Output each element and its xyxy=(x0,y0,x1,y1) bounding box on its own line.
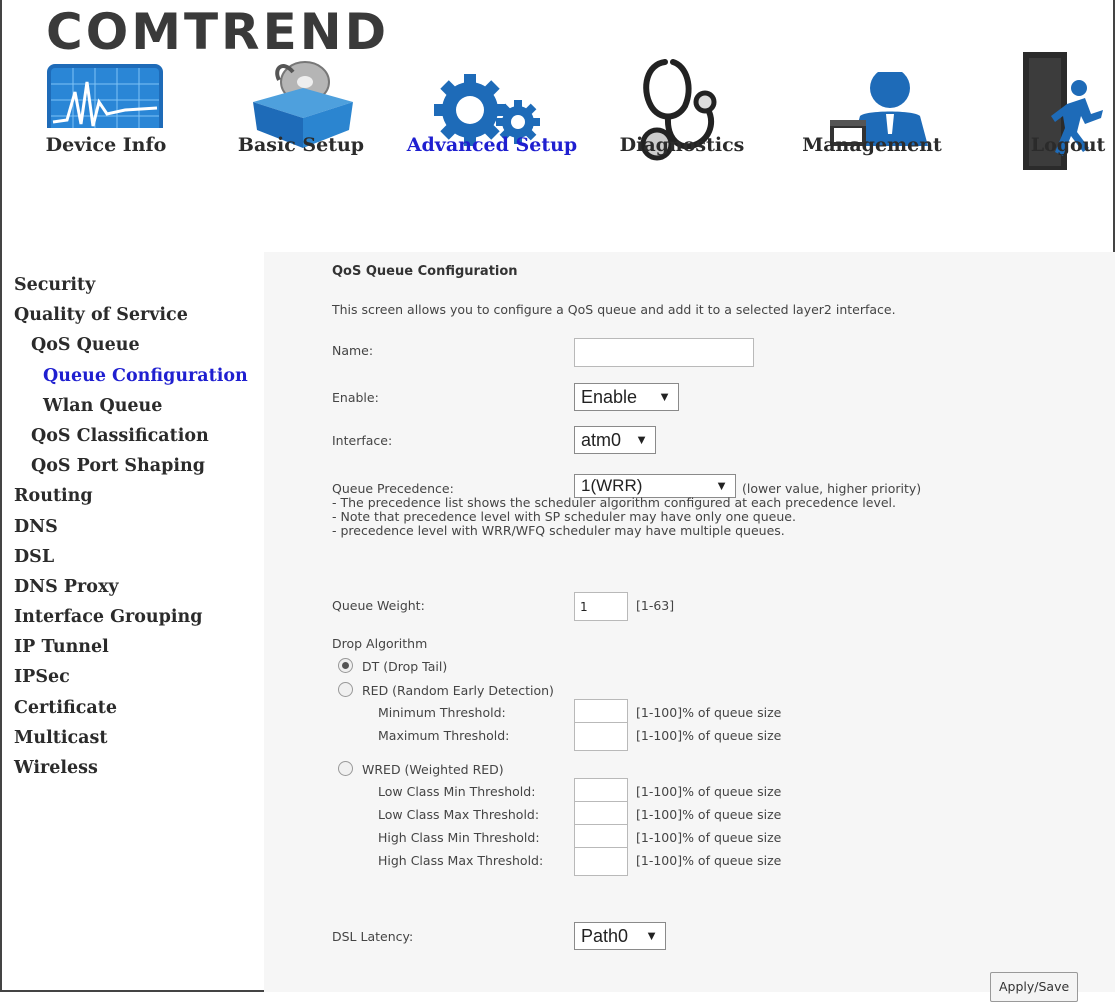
wred-high-min-threshold-label: High Class Min Threshold: xyxy=(378,830,540,845)
sidebar-item-quality-of-service[interactable]: Quality of Service xyxy=(14,300,259,330)
enable-select-value: Enable xyxy=(581,387,638,407)
nav-label-management[interactable]: Management xyxy=(802,134,942,156)
nav-label-logout[interactable]: Logout xyxy=(1031,134,1106,156)
wred-radio[interactable] xyxy=(338,761,353,776)
stethoscope-icon xyxy=(640,59,717,161)
dt-label: DT (Drop Tail) xyxy=(362,659,448,674)
sidebar-item-ipsec[interactable]: IPSec xyxy=(14,662,259,692)
interface-select-value: atm0 xyxy=(581,430,622,450)
threshold-hint: [1-100]% of queue size xyxy=(636,853,782,868)
device-info-icon xyxy=(47,64,163,128)
threshold-hint: [1-100]% of queue size xyxy=(636,807,782,822)
enable-select[interactable]: Enable ▼ xyxy=(574,383,679,411)
sidebar-item-dns-proxy[interactable]: DNS Proxy xyxy=(14,572,259,602)
sidebar-item-dsl[interactable]: DSL xyxy=(14,542,259,572)
queue-weight-range: [1-63] xyxy=(636,598,675,613)
dsl-latency-select[interactable]: Path0 ▼ xyxy=(574,922,666,950)
content-panel: QoS Queue Configuration This screen allo… xyxy=(264,252,1115,1002)
dropdown-arrow-icon: ▼ xyxy=(635,432,648,447)
dropdown-arrow-icon: ▼ xyxy=(715,478,728,493)
threshold-hint: [1-100]% of queue size xyxy=(636,728,782,743)
page-title: QoS Queue Configuration xyxy=(332,264,518,279)
sidebar-menu: Security Quality of Service QoS Queue Qu… xyxy=(14,270,259,783)
queue-weight-input[interactable] xyxy=(574,592,628,621)
dsl-latency-label: DSL Latency: xyxy=(332,929,414,944)
precedence-note: - precedence level with WRR/WFQ schedule… xyxy=(332,523,785,538)
threshold-hint: [1-100]% of queue size xyxy=(636,830,782,845)
dropdown-arrow-icon: ▼ xyxy=(645,928,658,943)
dropdown-arrow-icon: ▼ xyxy=(658,389,671,404)
threshold-hint: [1-100]% of queue size xyxy=(636,705,782,720)
name-label: Name: xyxy=(332,343,374,358)
queue-weight-label: Queue Weight: xyxy=(332,598,425,613)
dt-radio[interactable] xyxy=(338,658,353,673)
drop-algorithm-label: Drop Algorithm xyxy=(332,636,428,651)
red-label: RED (Random Early Detection) xyxy=(362,683,554,698)
red-min-threshold-label: Minimum Threshold: xyxy=(378,705,506,720)
precedence-note: - Note that precedence level with SP sch… xyxy=(332,509,796,524)
sidebar-item-interface-grouping[interactable]: Interface Grouping xyxy=(14,602,259,632)
wred-low-max-threshold-label: Low Class Max Threshold: xyxy=(378,807,540,822)
sidebar-item-ip-tunnel[interactable]: IP Tunnel xyxy=(14,632,259,662)
wred-label: WRED (Weighted RED) xyxy=(362,762,504,777)
sidebar-item-wireless[interactable]: Wireless xyxy=(14,753,259,783)
enable-label: Enable: xyxy=(332,390,379,405)
nav-label-advanced-setup[interactable]: Advanced Setup xyxy=(407,134,577,156)
red-max-threshold-input[interactable] xyxy=(574,722,628,751)
nav-diagnostics[interactable] xyxy=(622,59,732,174)
wred-low-min-threshold-label: Low Class Min Threshold: xyxy=(378,784,536,799)
sidebar-item-multicast[interactable]: Multicast xyxy=(14,723,259,753)
red-max-threshold-label: Maximum Threshold: xyxy=(378,728,510,743)
nav-label-device-info[interactable]: Device Info xyxy=(46,134,167,156)
sidebar-item-qos-classification[interactable]: QoS Classification xyxy=(14,421,259,451)
queue-precedence-value: 1(WRR) xyxy=(581,476,643,495)
precedence-hint: (lower value, higher priority) xyxy=(742,481,922,496)
comtrend-logo: COMTREND xyxy=(46,3,390,61)
sidebar-item-qos-port-shaping[interactable]: QoS Port Shaping xyxy=(14,451,259,481)
red-radio[interactable] xyxy=(338,682,353,697)
sidebar-item-wlan-queue[interactable]: Wlan Queue xyxy=(14,391,259,421)
threshold-hint: [1-100]% of queue size xyxy=(636,784,782,799)
sidebar-item-queue-configuration[interactable]: Queue Configuration xyxy=(14,361,259,391)
sidebar-item-certificate[interactable]: Certificate xyxy=(14,693,259,723)
wred-high-max-threshold-label: High Class Max Threshold: xyxy=(378,853,544,868)
queue-precedence-label: Queue Precedence: xyxy=(332,481,454,496)
precedence-note: - The precedence list shows the schedule… xyxy=(332,495,897,510)
nav-label-basic-setup[interactable]: Basic Setup xyxy=(238,134,364,156)
sidebar-item-security[interactable]: Security xyxy=(14,270,259,300)
sidebar-item-routing[interactable]: Routing xyxy=(14,481,259,511)
apply-save-button[interactable]: Apply/Save xyxy=(990,972,1079,1002)
wred-high-max-threshold-input[interactable] xyxy=(574,847,628,876)
name-input[interactable] xyxy=(574,338,754,367)
nav-device-info[interactable] xyxy=(44,62,166,128)
sidebar-item-qos-queue[interactable]: QoS Queue xyxy=(14,330,259,360)
page-description: This screen allows you to configure a Qo… xyxy=(332,302,896,317)
dsl-latency-value: Path0 xyxy=(581,926,629,946)
nav-label-diagnostics[interactable]: Diagnostics xyxy=(620,134,745,156)
sidebar-item-dns[interactable]: DNS xyxy=(14,512,259,542)
interface-label: Interface: xyxy=(332,433,393,448)
interface-select[interactable]: atm0 ▼ xyxy=(574,426,656,454)
